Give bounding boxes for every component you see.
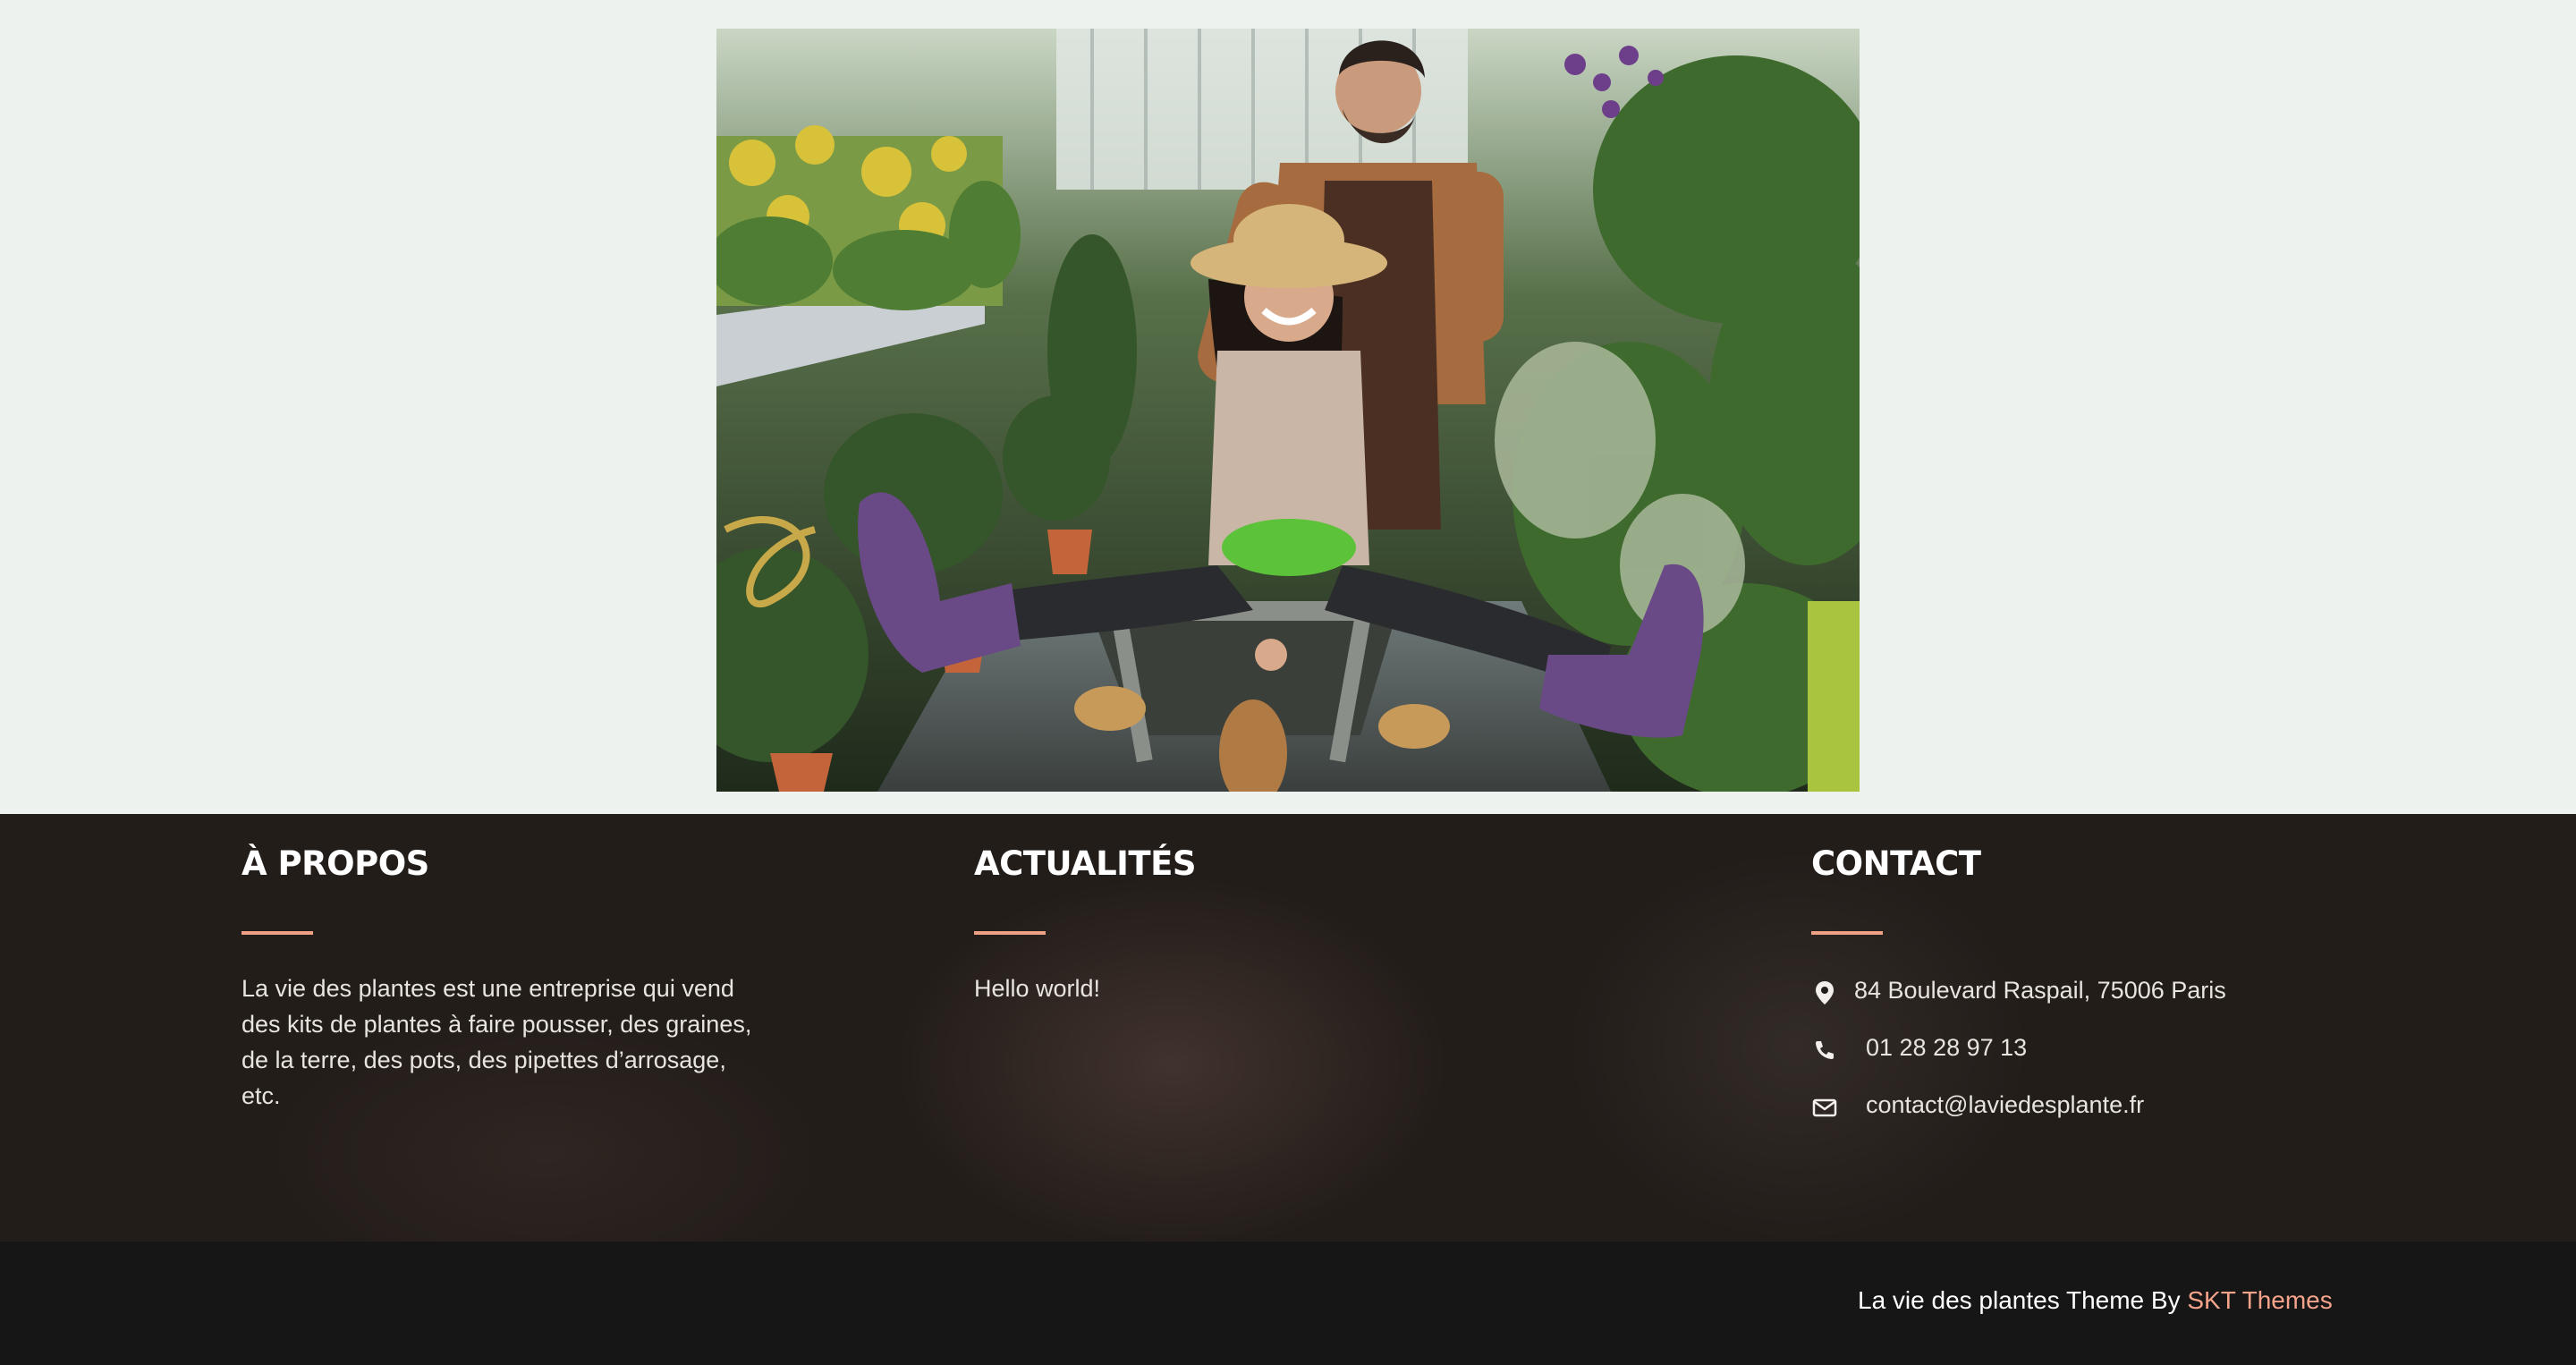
hero-section [0,0,2576,814]
garden-center-photo [716,29,1860,792]
envelope-icon [1812,1098,1837,1117]
theme-credit: La vie des plantes Theme By SKT Themes [1858,1283,2333,1318]
phone-icon [1816,1041,1834,1059]
map-pin-icon [1816,981,1834,1005]
copyright-bar: La vie des plantes Theme By SKT Themes [0,1242,2576,1365]
contact-phone[interactable]: 01 28 28 97 13 [1866,1030,2027,1065]
about-heading-underline [242,931,313,935]
site-footer: À PROPOS La vie des plantes est une entr… [0,814,2576,1242]
skt-themes-link[interactable]: SKT Themes [2187,1286,2332,1314]
credit-prefix: La vie des plantes Theme By [1858,1286,2181,1314]
contact-heading-underline [1811,931,1883,935]
contact-email[interactable]: contact@laviedesplante.fr [1866,1087,2144,1123]
news-heading-underline [974,931,1046,935]
hero-photo [716,29,1860,792]
contact-heading: CONTACT [1811,844,1981,883]
about-heading: À PROPOS [242,844,429,883]
contact-address: 84 Boulevard Raspail, 75006 Paris [1854,977,2226,1004]
about-text: La vie des plantes est une entreprise qu… [242,975,752,1109]
news-item-link[interactable]: Hello world! [974,971,1100,1006]
news-heading: ACTUALITÉS [974,844,1197,883]
